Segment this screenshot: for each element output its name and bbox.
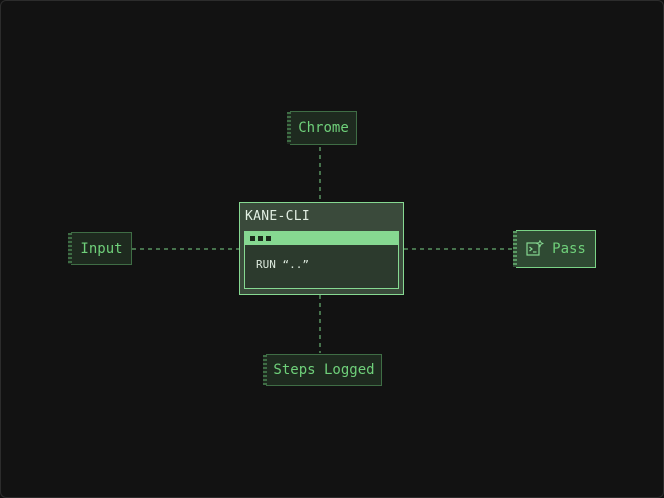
node-stub — [287, 112, 291, 144]
steps-logged-node: Steps Logged — [263, 354, 382, 386]
steps-logged-node-label: Steps Logged — [273, 362, 375, 378]
input-node-label: Input — [80, 240, 123, 257]
node-stub — [263, 355, 267, 385]
input-node: Input — [68, 232, 132, 265]
window-dot-icon — [258, 236, 263, 241]
chrome-node-label: Chrome — [298, 120, 349, 136]
kane-cli-title: KANE-CLI — [245, 209, 311, 224]
pass-node: Pass — [513, 230, 596, 268]
terminal-window: RUN “..” — [244, 231, 399, 289]
terminal-title-bar — [245, 232, 398, 245]
window-dot-icon — [250, 236, 255, 241]
terminal-command: RUN “..” — [256, 258, 309, 271]
window-dot-icon — [266, 236, 271, 241]
kane-cli-node: KANE-CLI RUN “..” — [239, 202, 404, 295]
pass-node-label: Pass — [552, 241, 586, 257]
node-stub — [513, 231, 517, 267]
chrome-node: Chrome — [287, 111, 357, 145]
node-stub — [68, 233, 72, 264]
terminal-sparkle-icon — [526, 239, 545, 258]
